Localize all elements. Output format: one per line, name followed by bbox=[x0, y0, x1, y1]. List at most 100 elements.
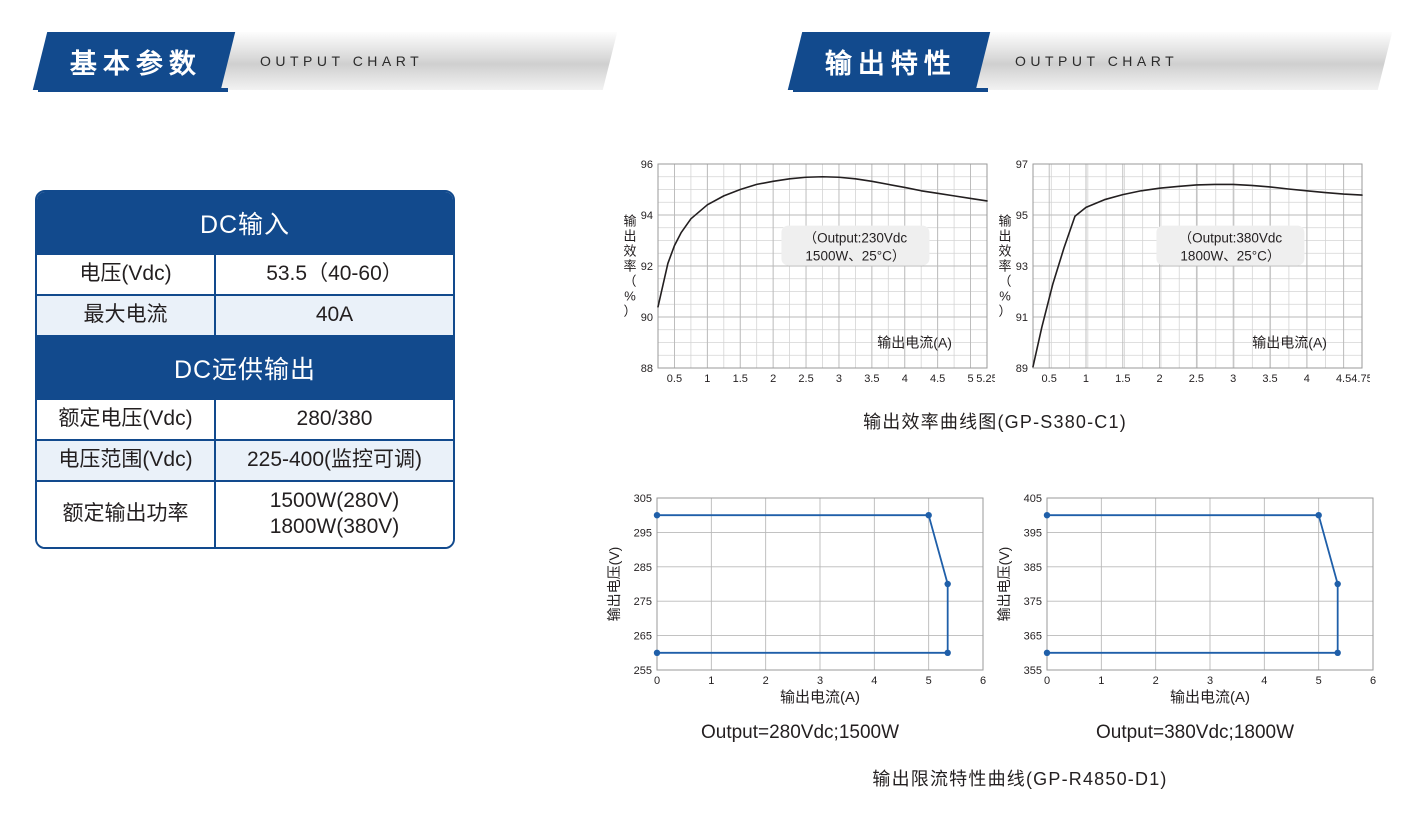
svg-text:89: 89 bbox=[1016, 363, 1028, 375]
section-title-en-basic-text: OUTPUT CHART bbox=[260, 53, 424, 69]
section-title-cn-basic: 基本参数 bbox=[32, 32, 236, 90]
svg-text:1500W、25°C）: 1500W、25°C） bbox=[805, 249, 905, 264]
spec-group-header-dc-remote-output: DC远供输出 bbox=[37, 334, 453, 400]
svg-text:91: 91 bbox=[1016, 312, 1028, 324]
chart-svg-current-limit-280v: 0 1 2 3 4 5 6 255 265 275 285 295 305 输出电压(V) 输出电流(A) bbox=[606, 493, 986, 706]
svg-text:效: 效 bbox=[623, 244, 636, 259]
svg-text:355: 355 bbox=[1024, 665, 1042, 677]
chart-svg-current-limit-380v: 0 1 2 3 4 5 6 355 365 375 385 395 405 输出电压(V) 输出电流(A) bbox=[996, 493, 1376, 706]
svg-text:5: 5 bbox=[926, 675, 932, 687]
svg-text:0.5: 0.5 bbox=[667, 373, 682, 385]
chart-current-limit-380v: 0 1 2 3 4 5 6 355 365 375 385 395 405 输出电压(V) 输出电流(A) bbox=[995, 482, 1385, 712]
svg-text:）: ） bbox=[998, 304, 1011, 319]
spec-value: 53.5（40-60） bbox=[216, 255, 453, 294]
svg-text:5: 5 bbox=[967, 373, 973, 385]
section-underline-output bbox=[793, 88, 988, 92]
svg-text:3: 3 bbox=[836, 373, 842, 385]
svg-text:4.5: 4.5 bbox=[930, 373, 945, 385]
caption-efficiency: 输出效率曲线图(GP-S380-C1) bbox=[863, 412, 1127, 432]
svg-text:4.75: 4.75 bbox=[1351, 373, 1370, 385]
svg-text:3.5: 3.5 bbox=[1262, 373, 1277, 385]
svg-text:365: 365 bbox=[1024, 631, 1042, 643]
caption-limit-sub-left: Output=280Vdc;1500W bbox=[700, 722, 900, 743]
svg-text:395: 395 bbox=[1024, 527, 1042, 539]
svg-text:275: 275 bbox=[634, 596, 652, 608]
svg-text:385: 385 bbox=[1024, 562, 1042, 574]
table-row: 最大电流 40A bbox=[37, 293, 453, 335]
svg-text:1.5: 1.5 bbox=[733, 373, 748, 385]
svg-text:（: （ bbox=[998, 274, 1011, 289]
section-header-basic-params: 基本参数 OUTPUT CHART bbox=[32, 32, 618, 90]
svg-text:效: 效 bbox=[998, 244, 1011, 259]
section-title-cn-basic-text: 基本参数 bbox=[70, 48, 202, 79]
svg-text:2: 2 bbox=[1157, 373, 1163, 385]
spec-label: 额定电压(Vdc) bbox=[37, 399, 216, 439]
svg-text:96: 96 bbox=[641, 159, 653, 171]
spec-label: 最大电流 bbox=[37, 293, 216, 335]
section-title-en-output-text: OUTPUT CHART bbox=[1015, 53, 1179, 69]
svg-text:输出电流(A): 输出电流(A) bbox=[877, 335, 952, 351]
svg-text:6: 6 bbox=[1370, 675, 1376, 687]
svg-text:3: 3 bbox=[817, 675, 823, 687]
svg-text:88: 88 bbox=[641, 363, 653, 375]
svg-text:%: % bbox=[999, 289, 1011, 304]
svg-text:255: 255 bbox=[634, 665, 652, 677]
section-header-output-char: 输出特性 OUTPUT CHART bbox=[787, 32, 1393, 90]
section-title-en-output: OUTPUT CHART bbox=[961, 32, 1393, 90]
svg-text:4: 4 bbox=[902, 373, 908, 385]
svg-text:1.5: 1.5 bbox=[1115, 373, 1130, 385]
chart-svg-efficiency-380v: 0.5 1 1.5 2 2.5 3 3.5 4 4.5 4.75 89 91 93 95 97 输出效率（%）… bbox=[998, 159, 1372, 385]
svg-text:5.25: 5.25 bbox=[976, 373, 995, 385]
svg-text:285: 285 bbox=[634, 562, 652, 574]
svg-text:295: 295 bbox=[634, 527, 652, 539]
svg-text:2: 2 bbox=[1153, 675, 1159, 687]
svg-text:1: 1 bbox=[704, 373, 710, 385]
svg-text:3: 3 bbox=[1230, 373, 1236, 385]
svg-text:0: 0 bbox=[1044, 675, 1050, 687]
spec-label: 电压范围(Vdc) bbox=[37, 438, 216, 480]
svg-text:1: 1 bbox=[708, 675, 714, 687]
svg-text:95: 95 bbox=[1016, 210, 1028, 222]
svg-text:0.5: 0.5 bbox=[1042, 373, 1057, 385]
svg-text:2: 2 bbox=[770, 373, 776, 385]
svg-text:0: 0 bbox=[654, 675, 660, 687]
svg-text:4.5: 4.5 bbox=[1336, 373, 1351, 385]
svg-text:输: 输 bbox=[623, 214, 636, 229]
table-row: 电压范围(Vdc) 225-400(监控可调) bbox=[37, 438, 453, 480]
spec-label: 额定输出功率 bbox=[37, 479, 216, 548]
section-title-en-basic: OUTPUT CHART bbox=[206, 32, 618, 90]
section-title-cn-output-text: 输出特性 bbox=[825, 48, 957, 79]
svg-text:输出电流(A): 输出电流(A) bbox=[1170, 689, 1250, 706]
svg-text:（Output:230Vdc: （Output:230Vdc bbox=[804, 231, 908, 246]
chart-current-limit-280v: 0 1 2 3 4 5 6 255 265 275 285 295 305 输出电压(V) 输出电流(A) bbox=[605, 482, 995, 712]
spec-group-header-dc-input: DC输入 bbox=[37, 192, 453, 255]
spec-value: 40A bbox=[216, 293, 453, 335]
spec-table: DC输入 电压(Vdc) 53.5（40-60） 最大电流 40A DC远供输出… bbox=[35, 190, 455, 550]
caption-current-limit: 输出限流特性曲线(GP-R4850-D1) bbox=[872, 769, 1168, 789]
svg-text:4: 4 bbox=[871, 675, 877, 687]
section-underline-basic bbox=[38, 88, 228, 92]
svg-text:90: 90 bbox=[641, 312, 653, 324]
svg-text:输出电压(V): 输出电压(V) bbox=[606, 547, 622, 622]
svg-text:出: 出 bbox=[623, 229, 636, 244]
section-title-cn-output: 输出特性 bbox=[787, 32, 991, 90]
chart-efficiency-230v: 0.5 1 1.5 2 2.5 3 3.5 4 4.5 5 5.25 88 90 92 94 96 输出效率（%… bbox=[620, 148, 997, 398]
svg-text:1: 1 bbox=[1098, 675, 1104, 687]
svg-text:1: 1 bbox=[1083, 373, 1089, 385]
spec-value: 225-400(监控可调) bbox=[216, 438, 453, 480]
svg-text:3: 3 bbox=[1207, 675, 1213, 687]
spec-value: 280/380 bbox=[216, 399, 453, 439]
svg-text:265: 265 bbox=[634, 631, 652, 643]
svg-text:输出电流(A): 输出电流(A) bbox=[780, 689, 860, 706]
svg-text:（: （ bbox=[623, 274, 636, 289]
svg-text:405: 405 bbox=[1024, 493, 1042, 505]
svg-text:（Output:380Vdc: （Output:380Vdc bbox=[1179, 231, 1283, 246]
svg-text:2.5: 2.5 bbox=[798, 373, 813, 385]
svg-text:输出电压(V): 输出电压(V) bbox=[996, 547, 1012, 622]
svg-text:5: 5 bbox=[1316, 675, 1322, 687]
svg-text:输出电流(A): 输出电流(A) bbox=[1252, 335, 1327, 351]
caption-limit-sub-right: Output=380Vdc;1800W bbox=[1095, 722, 1295, 743]
svg-text:4: 4 bbox=[1304, 373, 1310, 385]
svg-text:率: 率 bbox=[623, 259, 636, 274]
svg-text:2: 2 bbox=[763, 675, 769, 687]
